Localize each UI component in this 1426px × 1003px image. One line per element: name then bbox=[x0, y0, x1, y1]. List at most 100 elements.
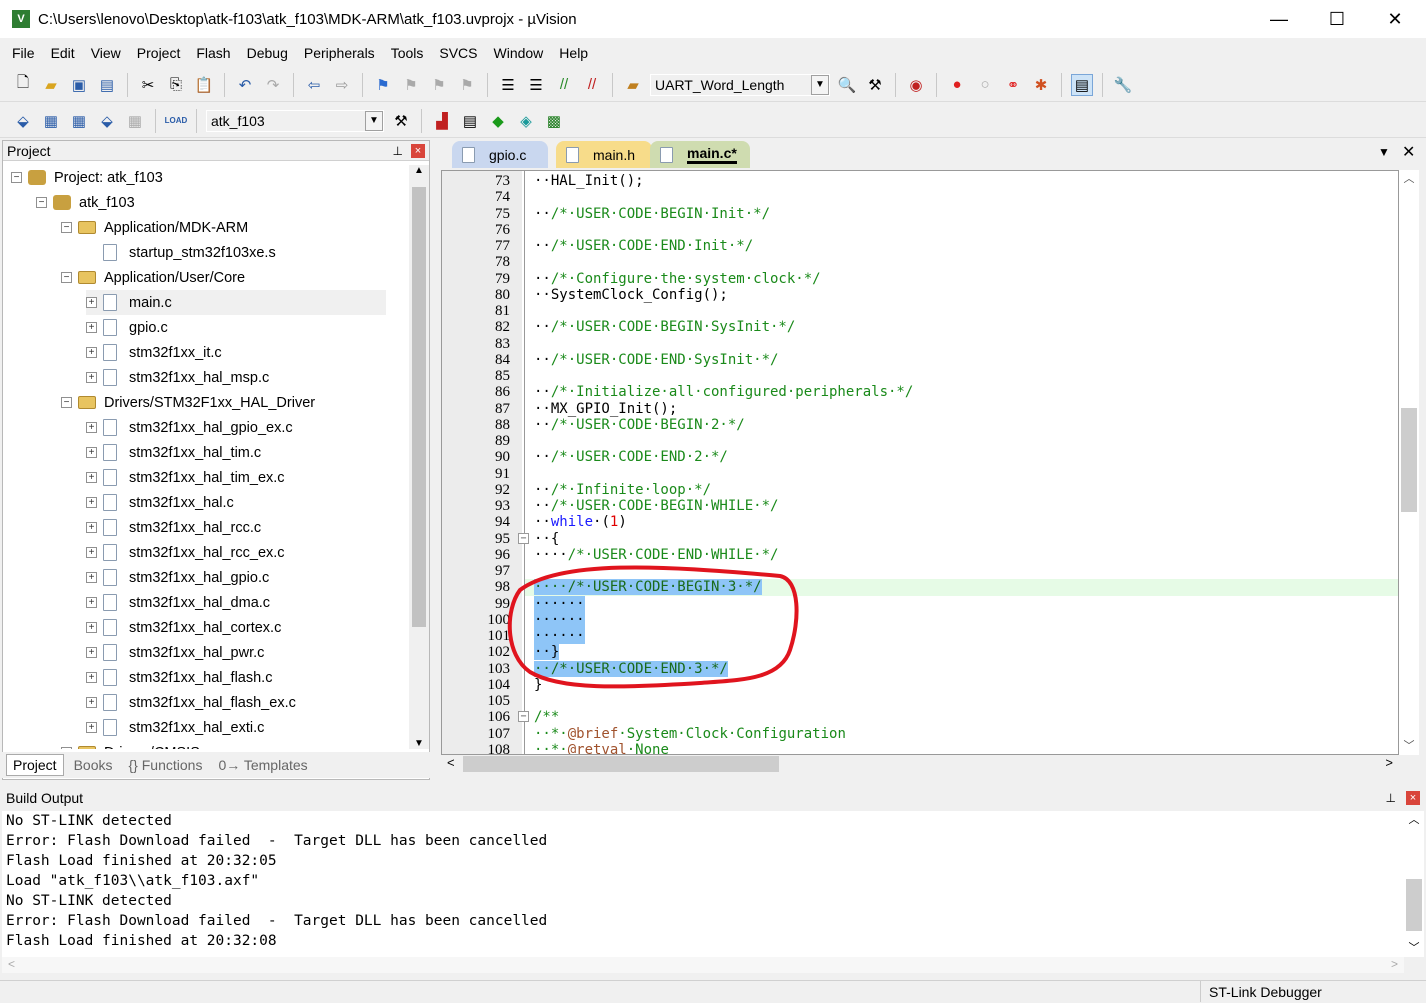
tab-mainh[interactable]: main.h bbox=[556, 141, 652, 168]
menu-tools[interactable]: Tools bbox=[383, 45, 432, 61]
collapse-icon[interactable]: − bbox=[61, 222, 72, 233]
scroll-up-icon[interactable]: ︿ bbox=[1399, 170, 1419, 186]
load-icon[interactable]: LOAD bbox=[165, 110, 188, 132]
tree-item[interactable]: + stm32f1xx_hal_pwr.c bbox=[86, 640, 264, 665]
expand-icon[interactable]: + bbox=[86, 497, 97, 508]
menu-window[interactable]: Window bbox=[486, 45, 552, 61]
expand-icon[interactable]: + bbox=[86, 297, 97, 308]
scroll-down-icon[interactable]: ﹀ bbox=[1399, 737, 1419, 753]
expand-icon[interactable]: + bbox=[86, 622, 97, 633]
maximize-button[interactable]: ☐ bbox=[1308, 0, 1366, 38]
scroll-right-icon[interactable]: > bbox=[1391, 957, 1398, 971]
tab-gpioc[interactable]: gpio.c bbox=[452, 141, 548, 168]
scroll-thumb[interactable] bbox=[1406, 879, 1422, 931]
fold-icon[interactable]: − bbox=[518, 711, 529, 723]
target-combo[interactable]: atk_f103 ▼ bbox=[206, 109, 384, 132]
scroll-thumb[interactable] bbox=[463, 756, 779, 772]
tab-project[interactable]: Project bbox=[6, 754, 64, 776]
tree-item[interactable]: + stm32f1xx_hal.c bbox=[86, 490, 234, 515]
build-output-vscroll[interactable]: ︿ ﹀ bbox=[1404, 811, 1424, 957]
tree-item[interactable]: + stm32f1xx_hal_exti.c bbox=[86, 715, 264, 740]
expand-icon[interactable]: + bbox=[86, 722, 97, 733]
expand-icon[interactable]: + bbox=[86, 372, 97, 383]
collapse-icon[interactable]: − bbox=[61, 272, 72, 283]
stop-build-icon[interactable]: ▦ bbox=[124, 110, 146, 132]
tree-item[interactable]: + stm32f1xx_hal_flash.c bbox=[86, 665, 272, 690]
chevron-down-icon[interactable]: ▼ bbox=[365, 110, 383, 131]
scroll-up-icon[interactable]: ︿ bbox=[1404, 811, 1424, 827]
breakpoint-icon[interactable]: ● bbox=[946, 74, 968, 96]
manage-components-icon[interactable]: ▟ bbox=[431, 110, 453, 132]
tree-item[interactable]: − Drivers/CMSIS bbox=[61, 740, 200, 749]
expand-icon[interactable]: + bbox=[86, 547, 97, 558]
tree-item[interactable]: + stm32f1xx_it.c bbox=[86, 340, 222, 365]
indent-icon[interactable]: ☰ bbox=[497, 74, 519, 96]
menu-debug[interactable]: Debug bbox=[239, 45, 296, 61]
find-combo[interactable]: UART_Word_Length ▼ bbox=[650, 73, 830, 96]
collapse-icon[interactable]: − bbox=[36, 197, 47, 208]
code-editor[interactable]: 73 ··HAL_Init(); 74 75 ··/*·USER·CODE·BEGIN·… bbox=[441, 170, 1399, 755]
scroll-up-icon[interactable]: ▲ bbox=[409, 165, 429, 176]
tree-item[interactable]: − atk_f103 bbox=[36, 190, 135, 215]
expand-icon[interactable]: + bbox=[86, 597, 97, 608]
tree-item[interactable]: + stm32f1xx_hal_tim.c bbox=[86, 440, 261, 465]
save-icon[interactable]: ▣ bbox=[68, 74, 90, 96]
menu-view[interactable]: View bbox=[83, 45, 129, 61]
close-panel-icon[interactable]: × bbox=[411, 143, 425, 158]
paste-icon[interactable]: 📋 bbox=[193, 74, 215, 96]
tree-item[interactable]: + gpio.c bbox=[86, 315, 168, 340]
tree-item[interactable]: + stm32f1xx_hal_gpio_ex.c bbox=[86, 415, 293, 440]
tab-functions[interactable]: {} Functions bbox=[123, 755, 209, 775]
project-tree-scrollbar[interactable]: ▲ ▼ bbox=[409, 165, 429, 749]
disable-breakpoint-icon[interactable]: ○ bbox=[974, 74, 996, 96]
disable-all-breakpoints-icon[interactable]: ⚭ bbox=[1002, 74, 1024, 96]
tab-templates[interactable]: 0→ Templates bbox=[212, 755, 313, 775]
close-tab-icon[interactable]: ✕ bbox=[1402, 142, 1415, 162]
tree-item[interactable]: + stm32f1xx_hal_cortex.c bbox=[86, 615, 281, 640]
scroll-down-icon[interactable]: ﹀ bbox=[1404, 939, 1424, 955]
collapse-icon[interactable]: − bbox=[61, 747, 72, 749]
redo-icon[interactable]: ↷ bbox=[262, 74, 284, 96]
prev-bookmark-icon[interactable]: ⚑ bbox=[400, 74, 422, 96]
editor-vscroll[interactable]: ︿ ﹀ bbox=[1399, 170, 1419, 755]
build-output-text[interactable]: No ST-LINK detected Error: Flash Download… bbox=[2, 811, 1404, 957]
expand-icon[interactable]: + bbox=[86, 472, 97, 483]
menu-peripherals[interactable]: Peripherals bbox=[296, 45, 383, 61]
expand-icon[interactable]: + bbox=[86, 672, 97, 683]
scroll-left-icon[interactable]: < bbox=[8, 957, 15, 971]
tree-item[interactable]: − Drivers/STM32F1xx_HAL_Driver bbox=[61, 390, 315, 415]
close-panel-icon[interactable]: × bbox=[1406, 791, 1420, 805]
tab-list-icon[interactable]: ▼ bbox=[1378, 145, 1390, 159]
tree-item[interactable]: + stm32f1xx_hal_flash_ex.c bbox=[86, 690, 296, 715]
collapse-icon[interactable]: − bbox=[11, 172, 22, 183]
close-button[interactable]: ✕ bbox=[1366, 0, 1424, 38]
batch-build-icon[interactable]: ⬙ bbox=[96, 110, 118, 132]
rebuild-icon[interactable]: ▦ bbox=[68, 110, 90, 132]
tab-books[interactable]: Books bbox=[68, 755, 119, 775]
scroll-thumb[interactable] bbox=[412, 187, 426, 627]
find-in-files-icon[interactable]: ▰ bbox=[622, 74, 644, 96]
tree-item[interactable]: startup_stm32f103xe.s bbox=[86, 240, 276, 265]
next-bookmark-icon[interactable]: ⚑ bbox=[428, 74, 450, 96]
find-icon[interactable]: 🔍 bbox=[836, 74, 858, 96]
build-icon[interactable]: ▦ bbox=[40, 110, 62, 132]
menu-edit[interactable]: Edit bbox=[43, 45, 83, 61]
expand-icon[interactable]: + bbox=[86, 522, 97, 533]
minimize-button[interactable]: — bbox=[1250, 0, 1308, 38]
pack-installer-icon[interactable]: ◆ bbox=[487, 110, 509, 132]
menu-project[interactable]: Project bbox=[129, 45, 189, 61]
save-all-icon[interactable]: ▤ bbox=[96, 74, 118, 96]
editor-hscroll[interactable]: < > bbox=[441, 755, 1399, 773]
nav-back-icon[interactable]: ⇦ bbox=[303, 74, 325, 96]
expand-icon[interactable]: + bbox=[86, 322, 97, 333]
tree-item[interactable]: + stm32f1xx_hal_rcc_ex.c bbox=[86, 540, 285, 565]
cut-icon[interactable]: ✂ bbox=[137, 74, 159, 96]
bookmark-icon[interactable]: ⚑ bbox=[372, 74, 394, 96]
select-packs-icon[interactable]: ◈ bbox=[515, 110, 537, 132]
tree-item[interactable]: − Project: atk_f103 bbox=[11, 165, 163, 190]
pin-icon[interactable]: ⊥ bbox=[1386, 791, 1396, 805]
new-file-icon[interactable]: 🗋 bbox=[12, 74, 34, 96]
build-output-hscroll[interactable]: < > bbox=[2, 957, 1404, 973]
nav-forward-icon[interactable]: ⇨ bbox=[331, 74, 353, 96]
expand-icon[interactable]: + bbox=[86, 447, 97, 458]
